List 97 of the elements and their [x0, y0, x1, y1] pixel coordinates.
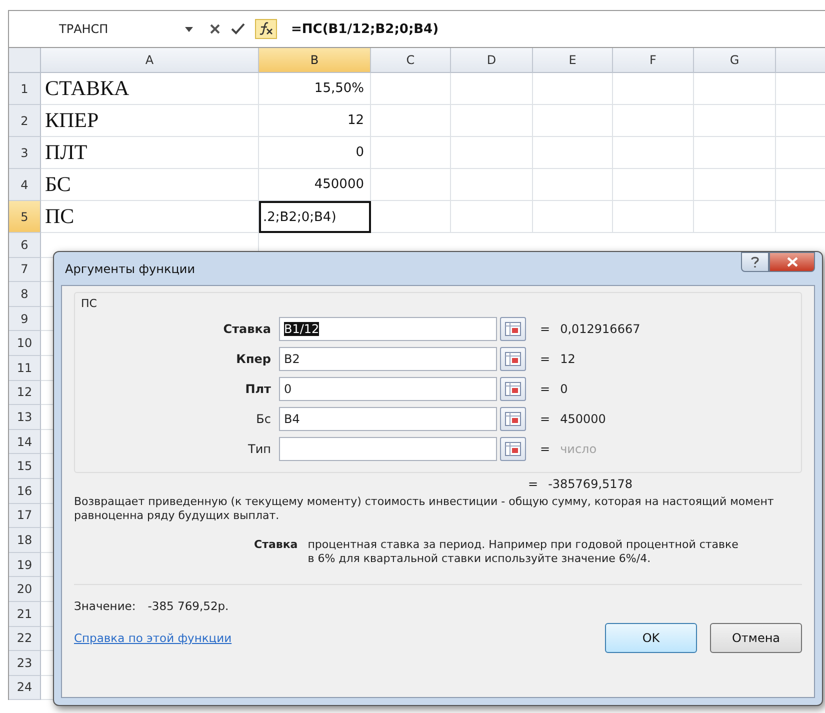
cancel-icon[interactable] [209, 23, 221, 35]
row-header[interactable]: 7 [9, 258, 41, 282]
argument-label: Плт [244, 382, 272, 396]
row-header[interactable]: 8 [9, 282, 41, 307]
column-header[interactable]: G [694, 48, 776, 73]
help-button[interactable] [741, 252, 769, 272]
equals-sign: = [540, 412, 550, 426]
checkmark-icon[interactable] [231, 23, 245, 35]
row-header[interactable]: 22 [9, 626, 41, 652]
column-header[interactable]: D [451, 48, 533, 73]
table-cell: БС [41, 169, 259, 201]
table-cell: ПЛТ [41, 137, 259, 169]
argument-label: Бс [255, 412, 272, 426]
range-select-icon [505, 382, 521, 396]
row-header[interactable]: 19 [9, 552, 41, 578]
row-header[interactable]: 9 [9, 306, 41, 332]
equals-sign: = [528, 477, 538, 491]
row-header[interactable]: 18 [9, 528, 41, 553]
row-header[interactable]: 12 [9, 380, 41, 406]
table-cell: ПС [41, 201, 259, 233]
table-cell: .2;B2;0;B4) [259, 201, 371, 233]
range-select-icon [505, 322, 521, 336]
row-header[interactable]: 13 [9, 405, 41, 430]
argument-field[interactable] [279, 437, 497, 461]
row-header[interactable]: 23 [9, 651, 41, 676]
table-cell: КПЕР [41, 105, 259, 137]
argument-label: Тип [247, 442, 272, 456]
formula-result: -385769,5178 [548, 477, 633, 491]
table-cell: 12 [259, 105, 371, 137]
table-cell: 15,50% [259, 73, 371, 105]
value-label: Значение: [74, 599, 136, 614]
column-header[interactable]: B [259, 48, 371, 73]
row-header[interactable]: 11 [9, 356, 41, 381]
function-description: Возвращает приведенную (к текущему моменту) стоимость инвестиции - общую сумму, которая на настоящий момент равноценна ряду будущих выплат. [74, 495, 775, 524]
close-icon [786, 257, 798, 267]
argument-field[interactable]: B2 [279, 347, 497, 371]
equals-sign: = [540, 382, 550, 396]
row-header[interactable]: 5 [9, 201, 41, 233]
help-link[interactable]: Справка по этой функции [74, 631, 232, 646]
argument-label: Кпер [235, 352, 272, 366]
argument-description: процентная ставка за период. Например при годовой процентной ставке в 6% для квартальной ставки используйте значение 6%/4. [308, 538, 740, 566]
table-cell: СТАВКА [41, 73, 259, 105]
equals-sign: = [540, 352, 550, 366]
argument-result: 0 [560, 382, 568, 396]
function-name: ПС [81, 297, 98, 310]
range-select-button[interactable] [500, 317, 526, 341]
argument-result: число [560, 442, 597, 456]
row-header[interactable]: 6 [9, 233, 41, 258]
range-select-button[interactable] [500, 347, 526, 371]
close-button[interactable] [769, 252, 815, 272]
equals-sign: = [540, 322, 550, 336]
row-header[interactable]: 10 [9, 331, 41, 356]
argument-label: Ставка [222, 322, 272, 336]
row-header[interactable]: 4 [9, 169, 41, 201]
argument-field[interactable]: 0 [279, 377, 497, 401]
name-box[interactable]: ТРАНСП [9, 22, 199, 36]
row-header[interactable]: 20 [9, 577, 41, 602]
argument-result: 0,012916667 [560, 322, 640, 336]
column-header[interactable]: E [533, 48, 613, 73]
column-header[interactable]: A [41, 48, 259, 73]
field-value: 0 [284, 382, 292, 396]
range-select-button[interactable] [500, 407, 526, 431]
argument-result: 450000 [560, 412, 606, 426]
argument-result: 12 [560, 352, 576, 366]
dropdown-arrow-icon[interactable] [185, 26, 193, 32]
row-header[interactable]: 2 [9, 105, 41, 137]
row-header[interactable]: 17 [9, 504, 41, 528]
dialog-button[interactable]: Отмена [710, 623, 802, 654]
column-header[interactable]: C [371, 48, 451, 73]
value-text: -385 769,52р. [148, 599, 229, 614]
range-select-icon [505, 412, 521, 426]
row-header[interactable]: 14 [9, 430, 41, 454]
row-header[interactable]: 1 [9, 73, 41, 105]
field-value: B1/12 [284, 322, 320, 336]
equals-sign: = [540, 442, 550, 456]
dialog-button[interactable]: OK [605, 623, 697, 654]
row-header[interactable]: 16 [9, 478, 41, 504]
table-cell: 0 [259, 137, 371, 169]
range-select-icon [505, 442, 521, 456]
argument-field[interactable]: B4 [279, 407, 497, 431]
argument-field[interactable]: B1/12 [279, 317, 497, 341]
row-header[interactable]: 15 [9, 454, 41, 479]
argument-name: Ставка [254, 538, 298, 553]
field-value: B2 [284, 352, 300, 366]
table-cell: 450000 [259, 169, 371, 201]
column-header[interactable]: F [613, 48, 694, 73]
dialog-title: Аргументы функции [64, 262, 196, 276]
row-header[interactable]: 21 [9, 602, 41, 626]
range-select-button[interactable] [500, 437, 526, 461]
row-header[interactable]: 24 [9, 676, 41, 700]
insert-function-icon[interactable] [255, 19, 277, 39]
field-value: B4 [284, 412, 300, 426]
formula-field[interactable]: =ПС(B1/12;B2;0;B4) [287, 22, 439, 36]
row-header[interactable]: 3 [9, 137, 41, 169]
range-select-button[interactable] [500, 377, 526, 401]
range-select-icon [505, 352, 521, 366]
question-mark-icon [750, 256, 760, 268]
